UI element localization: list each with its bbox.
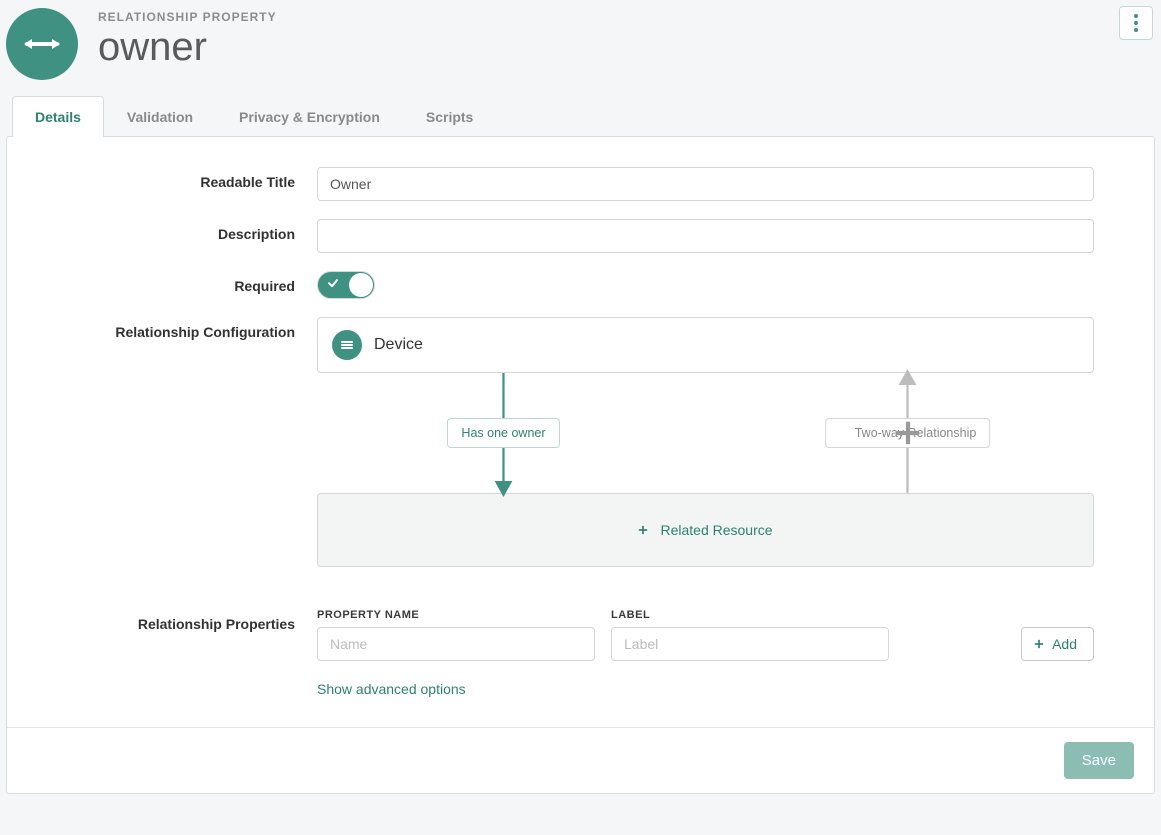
save-button[interactable]: Save [1064, 742, 1134, 779]
related-resource-button[interactable]: Related Resource [317, 493, 1094, 567]
has-one-badge[interactable]: Has one owner [447, 418, 559, 448]
more-actions-button[interactable] [1119, 6, 1153, 40]
description-label: Description [37, 219, 317, 242]
relationship-icon [6, 8, 78, 80]
property-name-input[interactable] [317, 627, 595, 661]
kebab-dot-icon [1134, 28, 1138, 32]
toggle-knob [349, 273, 373, 297]
tab-validation[interactable]: Validation [104, 96, 216, 137]
plus-icon [1034, 639, 1044, 649]
property-label-input[interactable] [611, 627, 889, 661]
rel-source-name: Device [374, 336, 423, 354]
two-way-badge[interactable]: Two-way Relationship [825, 418, 991, 448]
tab-bar: Details Validation Privacy & Encryption … [12, 96, 1155, 137]
page-title: owner [98, 26, 277, 68]
rel-props-label: Relationship Properties [37, 609, 317, 632]
required-toggle[interactable] [317, 271, 375, 299]
description-input[interactable] [317, 219, 1094, 253]
has-one-label: Has one owner [461, 426, 545, 440]
page-header: RELATIONSHIP PROPERTY owner [6, 4, 1155, 96]
details-card: Readable Title Description Required [6, 136, 1155, 794]
tab-privacy-encryption[interactable]: Privacy & Encryption [216, 96, 403, 137]
tab-details[interactable]: Details [12, 96, 104, 137]
col-property-name: PROPERTY NAME [317, 609, 595, 621]
readable-title-label: Readable Title [37, 167, 317, 190]
add-button-label: Add [1052, 636, 1077, 652]
check-icon [327, 276, 339, 292]
required-label: Required [37, 271, 317, 294]
tab-scripts[interactable]: Scripts [403, 96, 496, 137]
rel-connector: Has one owner Two-way Relationship [317, 373, 1094, 493]
resource-icon [332, 330, 362, 360]
advanced-options-link[interactable]: Show advanced options [317, 681, 466, 697]
rel-config-label: Relationship Configuration [37, 317, 317, 340]
kebab-dot-icon [1134, 14, 1138, 18]
related-resource-label: Related Resource [660, 522, 772, 538]
plus-icon [839, 428, 849, 438]
card-footer: Save [7, 727, 1154, 793]
rel-source-box[interactable]: Device [317, 317, 1094, 373]
page-eyebrow: RELATIONSHIP PROPERTY [98, 10, 277, 24]
readable-title-input[interactable] [317, 167, 1094, 201]
col-label: LABEL [611, 609, 889, 621]
kebab-dot-icon [1134, 21, 1138, 25]
plus-icon [638, 525, 648, 535]
add-property-button[interactable]: Add [1021, 627, 1094, 661]
